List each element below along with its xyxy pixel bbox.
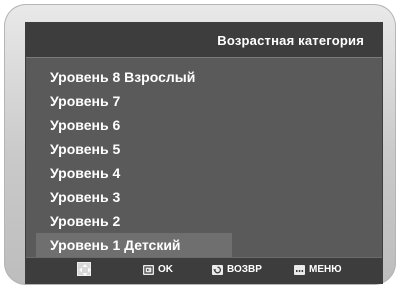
menu-item-level-8[interactable]: Уровень 8 Взрослый [26,65,232,89]
rating-level-list: Уровень 8 Взрослый Уровень 7 Уровень 6 У… [26,65,382,257]
menu-item-level-2[interactable]: Уровень 2 [26,209,232,233]
ok-hint[interactable]: OK [143,264,173,275]
navigate-arrows-icon [77,262,91,276]
navigate-hint [77,262,91,277]
osd-screen: Возрастная категория Уровень 8 Взрослый … [25,22,383,284]
menu-item-level-5[interactable]: Уровень 5 [26,137,232,161]
menu-hint[interactable]: МЕНЮ [294,264,342,275]
menu-item-level-1[interactable]: Уровень 1 Детский [36,233,232,257]
title-bar: Возрастная категория [26,23,382,58]
ok-label: OK [158,264,173,275]
back-label: ВОЗВР [227,264,262,275]
page-title: Возрастная категория [217,33,364,48]
footer-bar: OK ВОЗВР МЕНЮ [26,257,382,283]
menu-icon [294,264,305,275]
menu-item-level-4[interactable]: Уровень 4 [26,161,232,185]
return-icon [212,264,223,275]
menu-item-level-3[interactable]: Уровень 3 [26,185,232,209]
menu-item-level-6[interactable]: Уровень 6 [26,113,232,137]
menu-label: МЕНЮ [309,264,342,275]
menu-item-level-7[interactable]: Уровень 7 [26,89,232,113]
back-hint[interactable]: ВОЗВР [212,264,262,275]
ok-icon [143,264,154,275]
